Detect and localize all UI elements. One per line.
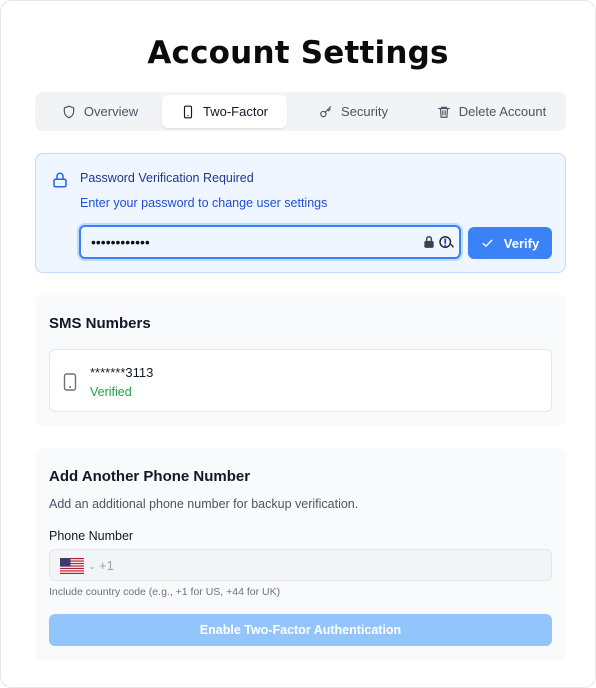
verified-status: Verified bbox=[90, 385, 132, 399]
tab-label: Delete Account bbox=[458, 104, 547, 119]
add-phone-card: Add Another Phone Number Add an addition… bbox=[35, 448, 566, 660]
sms-numbers-card: SMS Numbers *******3113 Verified bbox=[35, 295, 566, 426]
trash-icon bbox=[437, 106, 450, 118]
phone-number-field[interactable]: ⌄ +1 bbox=[49, 549, 552, 581]
tab-overview[interactable]: Overview bbox=[38, 95, 162, 128]
phone-number-hint: Include country code (e.g., +1 for US, +… bbox=[49, 586, 281, 598]
verification-title: Password Verification Required bbox=[80, 171, 254, 185]
verify-button[interactable]: Verify bbox=[468, 227, 552, 259]
phone-icon bbox=[63, 373, 77, 391]
password-lock-icon bbox=[424, 236, 434, 248]
us-flag-icon[interactable] bbox=[60, 558, 84, 574]
tab-label: Security bbox=[341, 104, 388, 119]
lock-icon bbox=[53, 172, 67, 188]
key-icon bbox=[320, 105, 332, 117]
tab-label: Overview bbox=[83, 104, 139, 119]
tab-bar: Overview Two-Factor Security Delete Acco… bbox=[35, 92, 566, 131]
check-icon bbox=[482, 239, 493, 247]
password-verification-panel: Password Verification Required Enter you… bbox=[35, 153, 566, 273]
phone-number-label: Phone Number bbox=[49, 529, 134, 543]
shield-icon bbox=[63, 105, 75, 118]
list-item: *******3113 Verified bbox=[49, 349, 552, 412]
chevron-down-icon[interactable]: ⌄ bbox=[88, 561, 96, 572]
tab-security[interactable]: Security bbox=[287, 95, 420, 128]
phone-number: *******3113 bbox=[90, 365, 154, 380]
verification-subtitle: Enter your password to change user setti… bbox=[80, 196, 328, 210]
page-title: Account Settings bbox=[147, 35, 449, 71]
settings-panel: Account Settings Overview Two-Factor Sec… bbox=[0, 0, 596, 688]
tab-label: Two-Factor bbox=[202, 104, 268, 119]
add-phone-description: Add an additional phone number for backu… bbox=[49, 497, 359, 511]
add-phone-title: Add Another Phone Number bbox=[49, 468, 251, 485]
password-manager-icons[interactable] bbox=[422, 235, 456, 249]
password-input[interactable] bbox=[79, 225, 461, 259]
sms-numbers-title: SMS Numbers bbox=[49, 315, 151, 332]
password-info-icon bbox=[439, 236, 454, 248]
phone-input-placeholder[interactable]: +1 bbox=[99, 558, 114, 573]
tab-two-factor[interactable]: Two-Factor bbox=[162, 95, 287, 128]
tab-delete-account[interactable]: Delete Account bbox=[420, 95, 563, 128]
phone-icon bbox=[183, 105, 193, 118]
verify-button-label: Verify bbox=[503, 235, 540, 251]
enable-two-factor-button[interactable]: Enable Two-Factor Authentication bbox=[49, 614, 552, 646]
